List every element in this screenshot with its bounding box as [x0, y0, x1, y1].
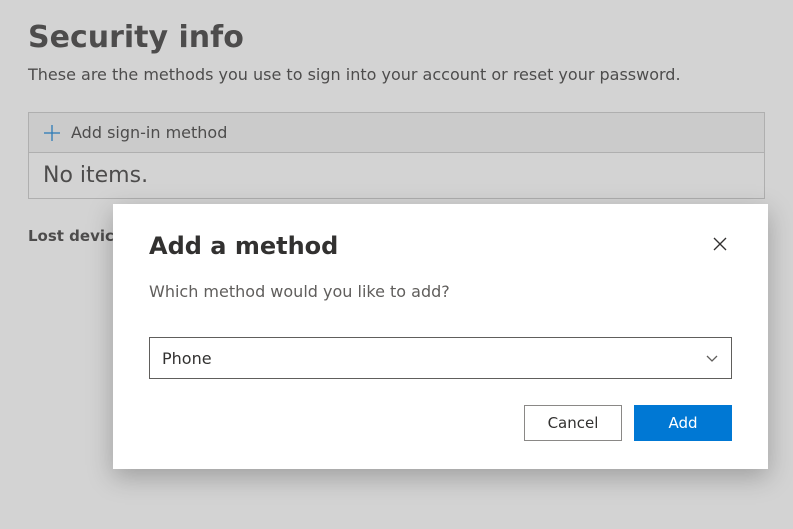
- dialog-actions: Cancel Add: [149, 405, 732, 441]
- method-select-value: Phone: [162, 349, 212, 368]
- close-icon: [712, 241, 728, 256]
- close-button[interactable]: [708, 232, 732, 256]
- add-button[interactable]: Add: [634, 405, 732, 441]
- dialog-header: Add a method: [149, 232, 732, 260]
- dialog-title: Add a method: [149, 232, 338, 260]
- dialog-subtitle: Which method would you like to add?: [149, 282, 732, 301]
- method-select[interactable]: Phone: [149, 337, 732, 379]
- add-method-dialog: Add a method Which method would you like…: [113, 204, 768, 469]
- chevron-down-icon: [705, 351, 719, 365]
- cancel-button[interactable]: Cancel: [524, 405, 622, 441]
